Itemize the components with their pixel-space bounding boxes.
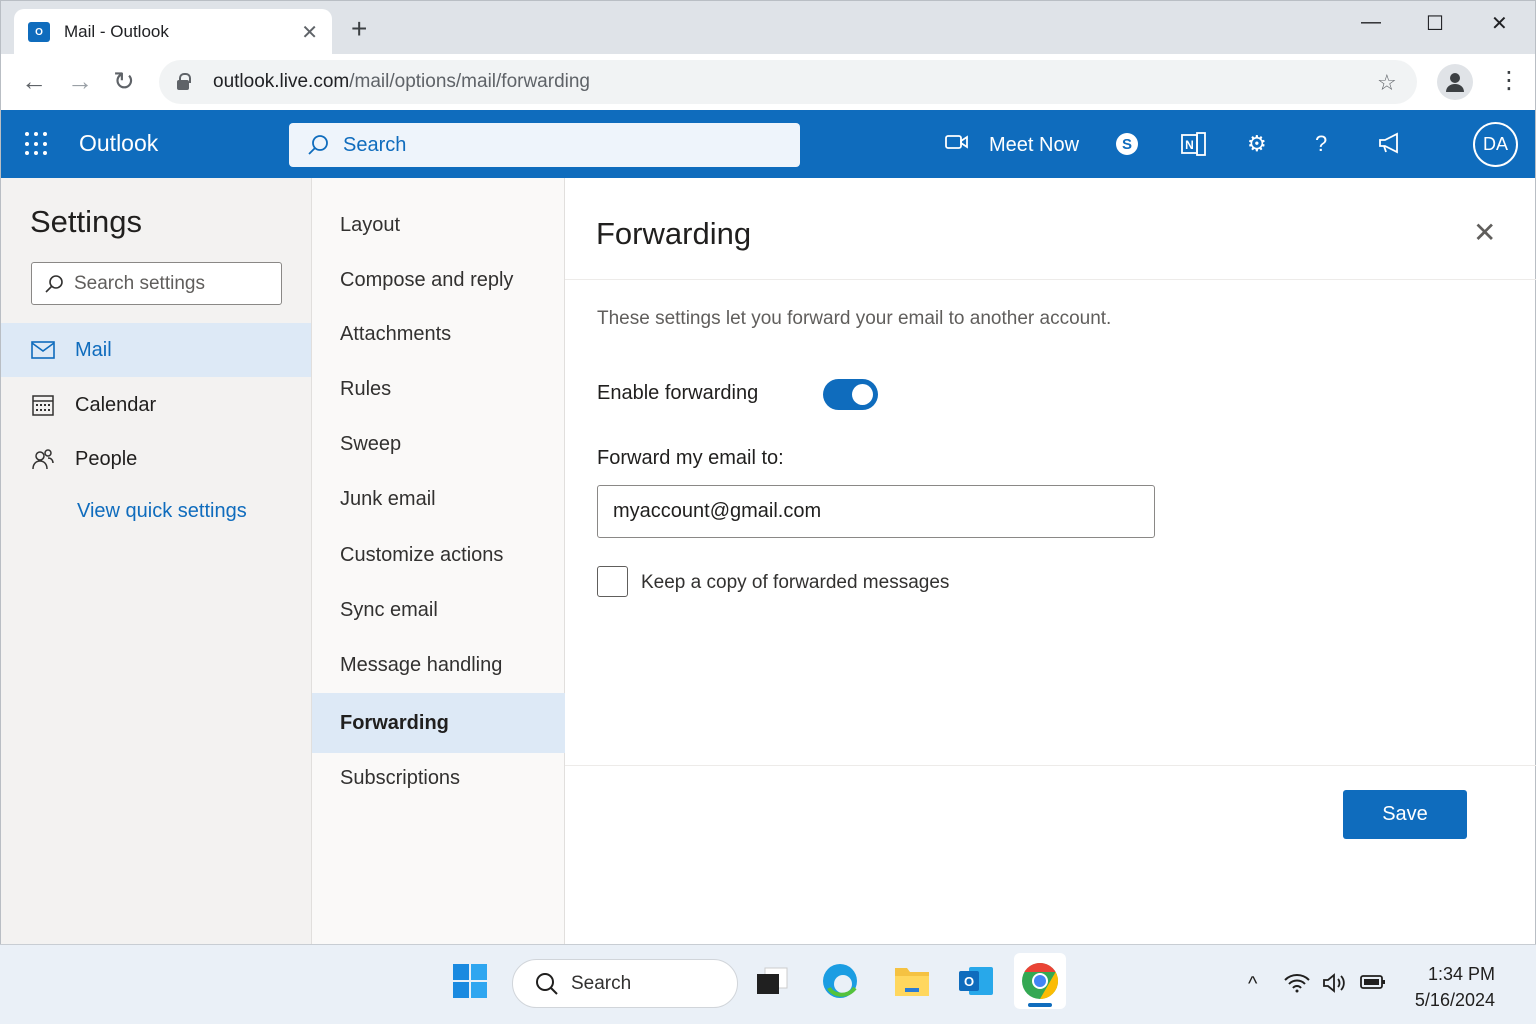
file-explorer-icon[interactable]: [892, 961, 932, 1001]
save-button[interactable]: Save: [1343, 790, 1467, 839]
keep-copy-checkbox[interactable]: [597, 566, 628, 597]
back-icon[interactable]: ←: [21, 68, 47, 94]
search-icon: [536, 972, 558, 995]
settings-item-rules[interactable]: Rules: [312, 360, 565, 418]
forwarding-panel: Forwarding ✕ These settings let you forw…: [565, 178, 1536, 944]
svg-text:N: N: [1185, 138, 1194, 152]
browser-tab[interactable]: O Mail - Outlook ✕: [14, 9, 332, 55]
settings-item-sweep[interactable]: Sweep: [312, 415, 565, 473]
search-icon: [45, 274, 63, 293]
system-clock[interactable]: 1:34 PM 5/16/2024: [1400, 961, 1495, 1013]
clock-time: 1:34 PM: [1427, 964, 1495, 984]
settings-item-message-handling[interactable]: Message handling: [312, 636, 565, 694]
avatar[interactable]: DA: [1473, 122, 1518, 167]
app-launcher-icon[interactable]: [25, 132, 49, 156]
windows-start-icon[interactable]: [450, 961, 490, 1001]
toggle-knob: [852, 384, 873, 405]
edge-browser-icon[interactable]: [820, 961, 860, 1001]
maximize-icon[interactable]: ☐: [1426, 11, 1444, 36]
nav-item-label: Mail: [75, 338, 112, 361]
outlook-app-icon[interactable]: O: [956, 961, 996, 1001]
active-app-indicator: [1028, 1003, 1052, 1007]
divider: [565, 279, 1536, 280]
skype-icon[interactable]: S: [1115, 132, 1139, 161]
settings-item-attachments[interactable]: Attachments: [312, 305, 565, 363]
calendar-icon: [31, 394, 55, 416]
onenote-icon[interactable]: N: [1181, 132, 1207, 161]
url-host: outlook.live.com: [213, 71, 350, 92]
gear-icon[interactable]: ⚙: [1247, 132, 1267, 156]
forward-icon[interactable]: →: [67, 68, 93, 94]
address-bar[interactable]: outlook.live.com/mail/options/mail/forwa…: [159, 60, 1417, 104]
nav-item-people[interactable]: People: [1, 432, 312, 486]
search-icon: [308, 135, 328, 155]
chrome-browser-icon[interactable]: [1014, 953, 1066, 1009]
profile-icon[interactable]: [1437, 64, 1473, 100]
nav-item-label: People: [75, 447, 138, 470]
settings-item-junk-email[interactable]: Junk email: [312, 470, 565, 528]
volume-icon[interactable]: [1322, 973, 1348, 999]
browser-toolbar: ← → ↻ outlook.live.com/mail/options/mail…: [0, 54, 1536, 110]
window-close-icon[interactable]: ✕: [1491, 11, 1508, 36]
url-text: outlook.live.com/mail/options/mail/forwa…: [213, 71, 590, 93]
settings-item-sync-email[interactable]: Sync email: [312, 581, 565, 639]
bookmark-star-icon[interactable]: ☆: [1377, 70, 1397, 96]
close-icon[interactable]: ✕: [1473, 216, 1496, 249]
people-icon: [31, 447, 55, 471]
meet-now-button[interactable]: Meet Now: [989, 134, 1079, 157]
minimize-icon[interactable]: —: [1361, 11, 1381, 34]
settings-item-subscriptions[interactable]: Subscriptions: [312, 749, 565, 807]
settings-item-customize-actions[interactable]: Customize actions: [312, 526, 565, 584]
new-tab-icon[interactable]: +: [351, 15, 367, 43]
outlook-header: Outlook Search Meet Now S N ⚙ ? DA: [0, 110, 1536, 178]
reload-icon[interactable]: ↻: [113, 68, 135, 94]
divider: [565, 765, 1536, 766]
view-quick-settings-link[interactable]: View quick settings: [77, 500, 247, 523]
tab-close-icon[interactable]: ✕: [301, 20, 318, 45]
enable-forwarding-toggle[interactable]: [823, 379, 878, 410]
settings-title: Settings: [30, 204, 143, 239]
nav-item-calendar[interactable]: Calendar: [1, 378, 312, 432]
forwarding-description: These settings let you forward your emai…: [597, 308, 1112, 329]
taskbar: Search O ^ 1:34 PM 5/16/2024: [0, 944, 1536, 1024]
svg-text:O: O: [964, 974, 974, 989]
forward-email-field[interactable]: [597, 485, 1155, 538]
mail-settings-list: Layout Compose and reply Attachments Rul…: [311, 178, 565, 944]
settings-item-layout[interactable]: Layout: [312, 196, 565, 254]
video-camera-icon[interactable]: [945, 132, 969, 156]
tab-title: Mail - Outlook: [64, 22, 169, 41]
battery-icon[interactable]: [1360, 973, 1386, 997]
settings-item-compose-and-reply[interactable]: Compose and reply: [312, 251, 565, 309]
forward-to-label: Forward my email to:: [597, 447, 784, 469]
clock-date: 5/16/2024: [1414, 990, 1495, 1010]
mail-search-box[interactable]: Search: [289, 123, 800, 167]
keep-copy-label[interactable]: Keep a copy of forwarded messages: [641, 572, 949, 594]
taskbar-search[interactable]: Search: [512, 959, 738, 1008]
url-path: /mail/options/mail/forwarding: [349, 71, 590, 92]
settings-nav-pane: Settings Search settings Mail Calendar P…: [0, 178, 312, 944]
mail-icon: [31, 341, 55, 359]
taskbar-search-label: Search: [571, 972, 632, 994]
panel-title: Forwarding: [596, 216, 752, 251]
feedback-megaphone-icon[interactable]: [1377, 132, 1403, 159]
settings-search-placeholder: Search settings: [74, 272, 205, 294]
help-icon[interactable]: ?: [1315, 132, 1327, 156]
settings-search-input[interactable]: Search settings: [31, 262, 282, 305]
browser-tab-bar: O Mail - Outlook ✕ + — ☐ ✕: [0, 0, 1536, 55]
settings-item-forwarding[interactable]: Forwarding: [312, 693, 565, 753]
nav-item-mail[interactable]: Mail: [1, 323, 312, 377]
browser-menu-icon[interactable]: ⋮: [1497, 66, 1521, 96]
nav-item-label: Calendar: [75, 393, 157, 416]
outlook-brand[interactable]: Outlook: [79, 130, 158, 157]
outlook-favicon-icon: O: [28, 22, 50, 42]
chevron-up-icon[interactable]: ^: [1248, 973, 1257, 996]
task-view-icon[interactable]: [752, 961, 792, 1001]
wifi-icon[interactable]: [1284, 973, 1310, 999]
enable-forwarding-label: Enable forwarding: [597, 382, 759, 404]
svg-text:S: S: [1122, 136, 1132, 153]
mail-search-label: Search: [343, 133, 407, 156]
lock-icon: [177, 73, 191, 90]
